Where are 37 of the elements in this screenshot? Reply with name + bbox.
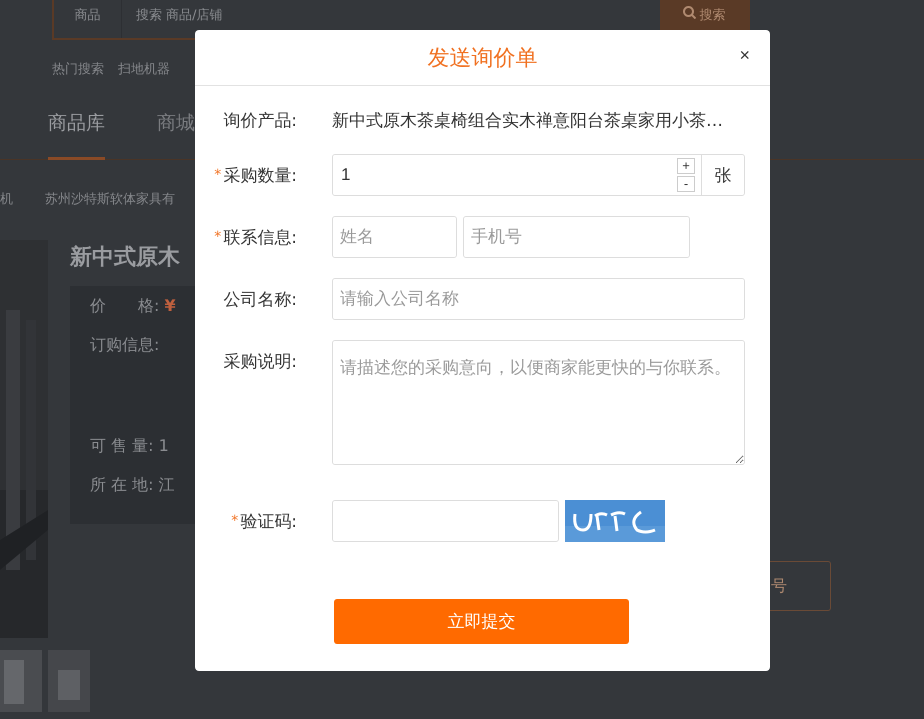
captcha-field[interactable]: [332, 500, 559, 542]
submit-button[interactable]: 立即提交: [334, 599, 629, 644]
required-mark: *: [214, 167, 222, 183]
dialog-title: 发送询价单: [428, 44, 538, 72]
increment-button[interactable]: +: [677, 158, 695, 174]
product-title: 新中式原木: [70, 244, 181, 272]
decrement-button[interactable]: -: [677, 176, 695, 192]
description-field[interactable]: 请描述您的采购意向，以便商家能更快的与你联系。: [332, 340, 745, 465]
hot-search-label: 热门搜索: [52, 61, 104, 78]
field-label: 采购数量:: [223, 164, 297, 186]
search-icon: [682, 6, 696, 19]
phone-field[interactable]: 手机号: [463, 216, 690, 258]
unit-label: 张: [714, 164, 732, 188]
info-row-text: 订购信息:: [90, 335, 160, 356]
info-row-text: 可 售 量: 1: [90, 436, 170, 457]
field-label: 联系信息:: [223, 226, 297, 248]
company-field[interactable]: 请输入公司名称: [332, 278, 745, 320]
info-row-text: 价 格: ¥: [90, 296, 177, 317]
nav-tab[interactable]: 商品库: [48, 110, 105, 160]
required-mark: *: [231, 513, 238, 529]
nav-tab[interactable]: 商城: [157, 110, 195, 160]
product-name: 新中式原木茶桌椅组合实木禅意阳台茶桌家用小茶…: [332, 110, 723, 132]
category-select[interactable]: 商品: [54, 0, 122, 38]
required-mark: *: [214, 229, 222, 245]
hot-search-link[interactable]: 扫地机器: [118, 60, 170, 78]
breadcrumb-link[interactable]: 苏州沙特斯软体家具有: [45, 190, 175, 208]
field-label: 采购说明:: [223, 351, 297, 373]
field-label: 公司名称:: [223, 288, 297, 310]
quantity-field[interactable]: 1 + - 张: [332, 154, 745, 196]
field-label: 验证码:: [240, 510, 297, 532]
thumbnail[interactable]: [48, 650, 90, 712]
field-label: 询价产品:: [223, 110, 297, 132]
close-button[interactable]: ×: [735, 45, 754, 66]
name-field[interactable]: 姓名: [332, 216, 457, 258]
info-row-text: 所 在 地: 江: [90, 475, 176, 496]
breadcrumb-link[interactable]: 机: [0, 190, 13, 208]
thumbnail[interactable]: [0, 650, 42, 712]
